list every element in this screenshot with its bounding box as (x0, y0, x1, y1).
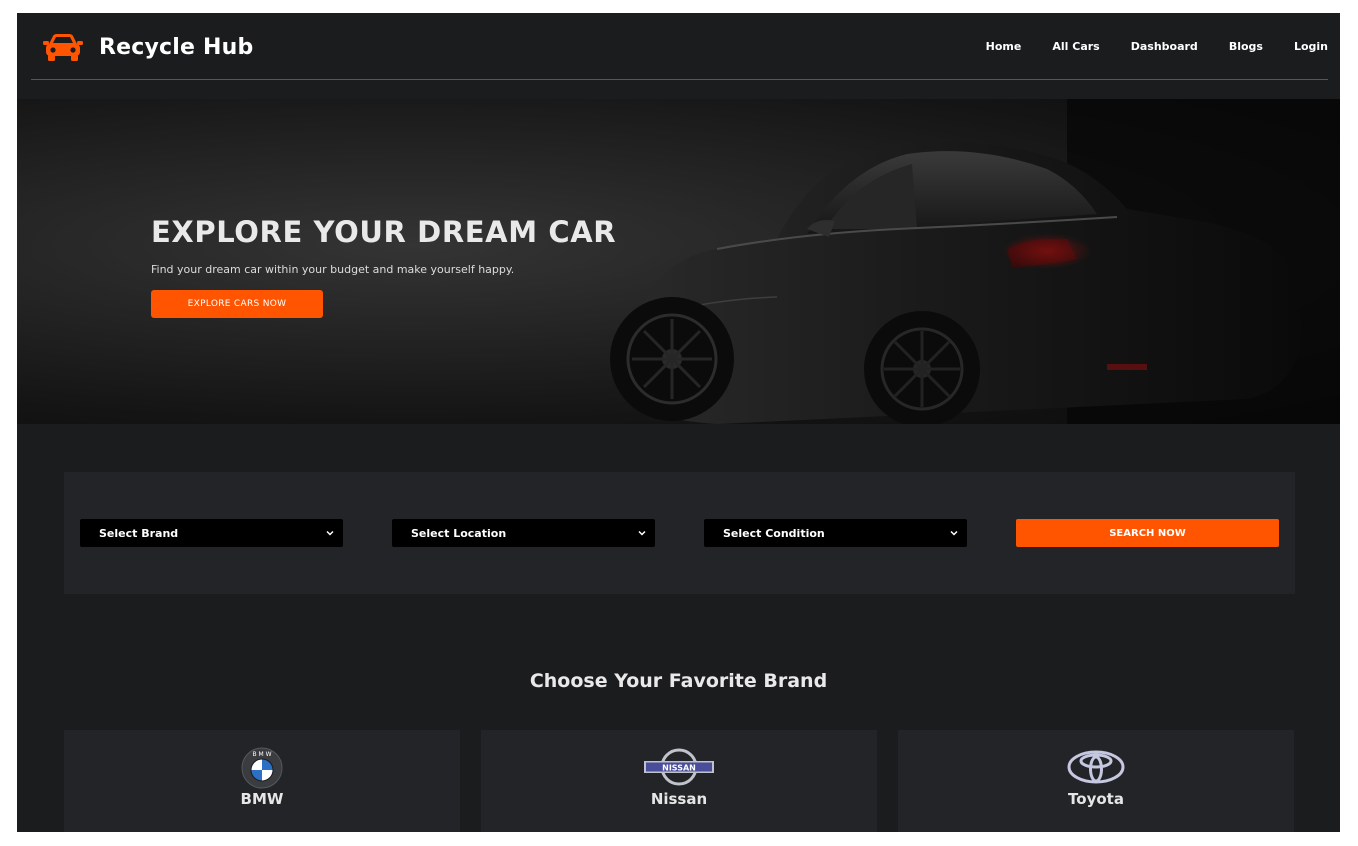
app-window: Recycle Hub Home All Cars Dashboard Blog… (17, 13, 1340, 832)
nissan-logo-text: NISSAN (662, 763, 696, 772)
car-front-icon (43, 34, 83, 61)
brand-card-toyota[interactable]: Toyota (898, 730, 1294, 832)
nav-all-cars[interactable]: All Cars (1052, 40, 1099, 53)
search-panel: Select Brand Select Location Select Cond… (64, 472, 1295, 594)
main-nav: Home All Cars Dashboard Blogs Login (955, 40, 1328, 53)
top-navbar: Recycle Hub Home All Cars Dashboard Blog… (31, 13, 1328, 80)
brands-section-title: Choose Your Favorite Brand (529, 670, 828, 692)
toyota-logo-icon (1067, 750, 1125, 784)
brand-label-nissan: Nissan (650, 790, 708, 808)
chevron-down-icon (638, 530, 646, 536)
nav-home[interactable]: Home (986, 40, 1022, 53)
hero-title: EXPLORE YOUR DREAM CAR (151, 215, 617, 249)
bmw-logo-icon: B M W (241, 747, 283, 789)
brand-card-nissan[interactable]: NISSAN Nissan (481, 730, 877, 832)
brand-card-bmw[interactable]: B M W BMW (64, 730, 460, 832)
hero-subtitle: Find your dream car within your budget a… (151, 263, 515, 276)
search-button[interactable]: SEARCH NOW (1016, 519, 1279, 547)
location-select[interactable]: Select Location (392, 519, 655, 547)
condition-select-label: Select Condition (723, 526, 825, 540)
brand-select-label: Select Brand (99, 526, 179, 540)
brand-label-toyota: Toyota (1068, 790, 1124, 808)
explore-cars-button[interactable]: EXPLORE CARS NOW (151, 290, 323, 318)
app-name: Recycle Hub (99, 34, 254, 60)
condition-select[interactable]: Select Condition (704, 519, 967, 547)
nav-login[interactable]: Login (1294, 40, 1328, 53)
nav-blogs[interactable]: Blogs (1229, 40, 1263, 53)
nav-dashboard[interactable]: Dashboard (1131, 40, 1198, 53)
chevron-down-icon (950, 530, 958, 536)
bmw-logo-text: B M W (252, 751, 271, 758)
nissan-logo-icon: NISSAN (644, 748, 714, 786)
hero-banner: EXPLORE YOUR DREAM CAR Find your dream c… (17, 99, 1340, 424)
chevron-down-icon (326, 530, 334, 536)
hero-content: EXPLORE YOUR DREAM CAR Find your dream c… (151, 215, 616, 318)
brand-label-bmw: BMW (240, 790, 284, 808)
brand-select[interactable]: Select Brand (80, 519, 343, 547)
location-select-label: Select Location (411, 526, 507, 540)
brand-link[interactable]: Recycle Hub (41, 32, 253, 62)
